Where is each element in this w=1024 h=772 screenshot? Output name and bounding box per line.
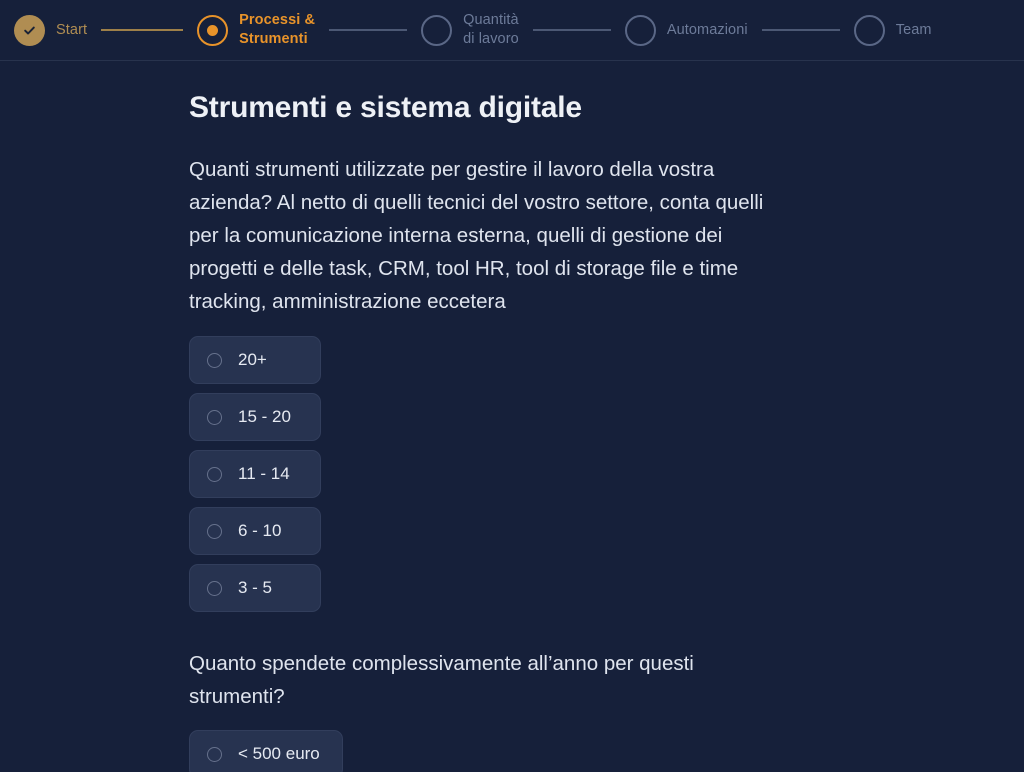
option-label: < 500 euro <box>238 744 320 763</box>
option-15-20[interactable]: 15 - 20 <box>189 393 321 441</box>
stepper-connector-2 <box>329 29 408 31</box>
radio-icon[interactable] <box>207 746 222 762</box>
option-label: 15 - 20 <box>238 407 291 426</box>
option-11-14[interactable]: 11 - 14 <box>189 450 321 498</box>
radio-icon[interactable] <box>207 523 222 539</box>
stepper-step-team[interactable]: Team <box>853 14 932 46</box>
stepper-label-processi-strumenti: Processi & Strumenti <box>239 12 316 47</box>
stepper-step-start[interactable]: Start <box>14 14 88 46</box>
option-group-tools-count: 20+ 15 - 20 11 - 14 6 - 10 3 - 5 <box>189 336 1024 612</box>
stepper-connector-4 <box>761 29 840 31</box>
radio-icon[interactable] <box>207 352 222 368</box>
stepper-label-automazioni: Automazioni <box>666 21 748 38</box>
radio-icon[interactable] <box>207 580 222 596</box>
question-text: Quanto spendete complessivamente all’ann… <box>189 652 694 708</box>
question-block-tools-count: Quanti strumenti utilizzate per gestire … <box>189 153 1024 612</box>
stepper-step-automazioni[interactable]: Automazioni <box>624 14 748 46</box>
progress-stepper: Start Processi & Strumenti Quantità di l… <box>0 0 1024 61</box>
radio-icon[interactable] <box>207 409 222 425</box>
option-label: 20+ <box>238 350 267 369</box>
circle-icon <box>421 14 453 46</box>
circle-icon <box>624 14 656 46</box>
option-label: 3 - 5 <box>238 578 273 597</box>
dot-icon <box>197 14 229 46</box>
option-under-500-euro[interactable]: < 500 euro <box>189 730 343 772</box>
form-content: Strumenti e sistema digitale Quanti stru… <box>0 61 1024 772</box>
stepper-step-quantita-di-lavoro[interactable]: Quantità di lavoro <box>421 11 519 49</box>
option-20-plus[interactable]: 20+ <box>189 336 321 384</box>
stepper-label-start: Start <box>56 21 88 38</box>
option-label: 11 - 14 <box>238 464 290 483</box>
stepper-label-team: Team <box>895 21 932 38</box>
page-title: Strumenti e sistema digitale <box>189 91 582 124</box>
stepper-step-processi-strumenti[interactable]: Processi & Strumenti <box>197 11 315 49</box>
stepper-connector-3 <box>532 29 611 31</box>
option-group-annual-spend: < 500 euro <box>189 730 1024 772</box>
question-block-annual-spend: Quanto spendete complessivamente all’ann… <box>189 647 1024 772</box>
option-6-10[interactable]: 6 - 10 <box>189 507 321 555</box>
stepper-connector-1 <box>101 29 184 31</box>
option-3-5[interactable]: 3 - 5 <box>189 564 321 612</box>
question-text: Quanti strumenti utilizzate per gestire … <box>189 158 764 313</box>
stepper-label-quantita-di-lavoro: Quantità di lavoro <box>463 12 519 47</box>
check-icon <box>14 14 45 46</box>
option-label: 6 - 10 <box>238 521 282 540</box>
circle-icon <box>853 14 885 46</box>
radio-icon[interactable] <box>207 466 222 482</box>
